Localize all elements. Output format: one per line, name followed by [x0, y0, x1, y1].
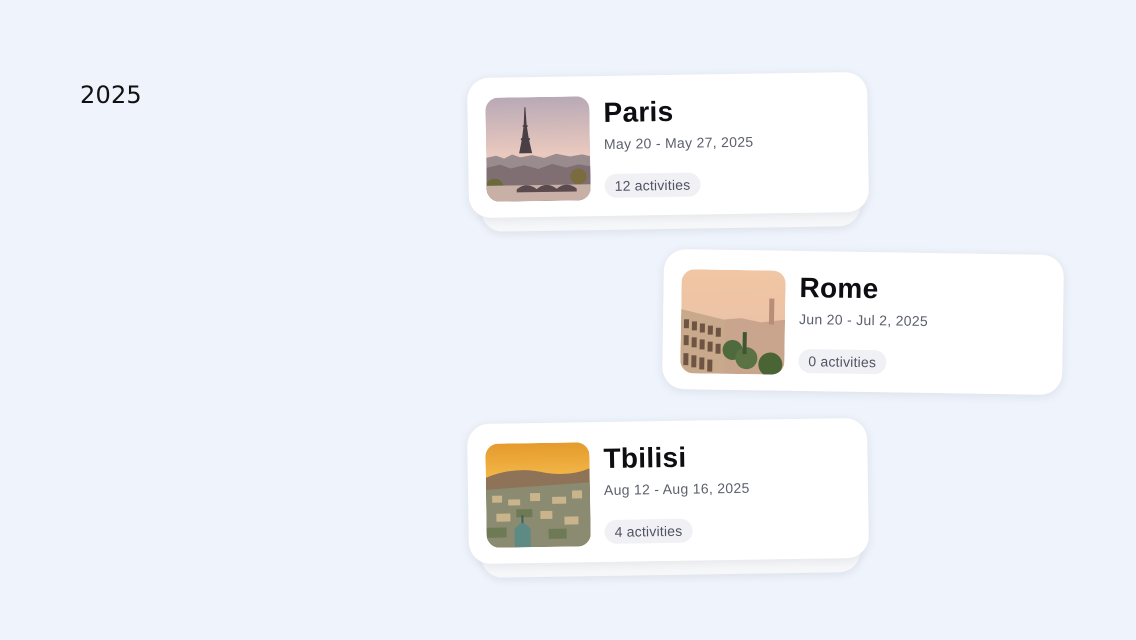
tbilisi-photo	[485, 442, 591, 548]
trip-dates: Aug 12 - Aug 16, 2025	[603, 479, 750, 499]
trip-city: Tbilisi	[603, 441, 687, 475]
trip-city: Paris	[603, 95, 674, 129]
paris-photo	[485, 96, 591, 202]
trip-card[interactable]: Tbilisi Aug 12 - Aug 16, 2025 4 activiti…	[466, 417, 870, 565]
activities-badge: 0 activities	[798, 348, 887, 375]
rome-photo	[680, 269, 786, 375]
trip-card-paris[interactable]: Paris May 20 - May 27, 2025 12 activitie…	[466, 71, 870, 232]
trip-card[interactable]: Paris May 20 - May 27, 2025 12 activitie…	[466, 71, 870, 219]
trip-card-rome[interactable]: Rome Jun 20 - Jul 2, 2025 0 activities	[661, 248, 1065, 396]
trip-card-tbilisi[interactable]: Tbilisi Aug 12 - Aug 16, 2025 4 activiti…	[466, 417, 870, 578]
trip-city: Rome	[799, 272, 879, 305]
trip-card[interactable]: Rome Jun 20 - Jul 2, 2025 0 activities	[661, 248, 1065, 396]
activities-badge: 4 activities	[604, 518, 693, 544]
activities-badge: 12 activities	[604, 172, 701, 198]
trip-dates: Jun 20 - Jul 2, 2025	[798, 310, 929, 330]
year-heading: 2025	[80, 81, 142, 109]
trip-dates: May 20 - May 27, 2025	[603, 133, 754, 153]
